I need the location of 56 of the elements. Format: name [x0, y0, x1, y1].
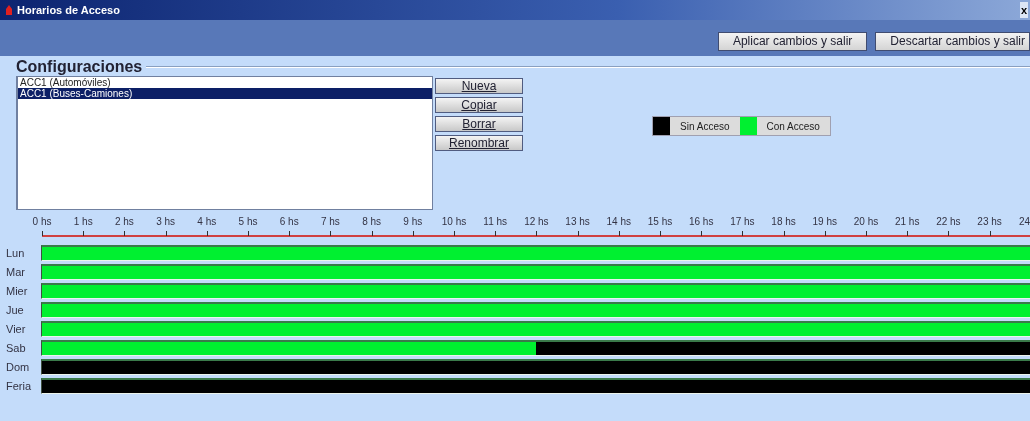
- config-button[interactable]: Renombrar: [435, 135, 523, 151]
- hour-label: 3 hs: [156, 216, 176, 227]
- hour-label: 10 hs: [441, 216, 467, 227]
- hour-label: 15 hs: [647, 216, 673, 227]
- access-segment[interactable]: [494, 342, 537, 355]
- no-access-segment[interactable]: [42, 380, 84, 393]
- hour-label: 17 hs: [730, 216, 755, 227]
- hour-label: 16 hs: [688, 216, 714, 227]
- hour-label: 22 hs: [936, 216, 961, 227]
- no-access-segment[interactable]: [42, 361, 84, 374]
- hour-label: 11 hs: [483, 216, 508, 227]
- action-button[interactable]: Descartar cambios y salir: [875, 31, 1030, 51]
- schedule-bar[interactable]: [41, 378, 1030, 394]
- hour-label: 8 hs: [362, 216, 382, 227]
- hour-label: 0 hs: [32, 216, 52, 227]
- hour-label: 6 hs: [279, 216, 299, 227]
- list-item[interactable]: ACC1 (Automóviles): [18, 77, 432, 88]
- config-button[interactable]: Nueva: [435, 78, 523, 94]
- config-button[interactable]: Borrar: [435, 116, 523, 132]
- day-label: Mier: [5, 285, 29, 297]
- no-access-segment[interactable]: [988, 361, 1030, 374]
- day-label: Vier: [5, 323, 27, 335]
- no-access-segment[interactable]: [988, 342, 1030, 355]
- hour-label: 19 hs: [812, 216, 838, 227]
- day-label: Sab: [5, 342, 27, 354]
- day-label: Jue: [5, 304, 25, 316]
- hour-label: 20 hs: [853, 216, 879, 227]
- hour-label: 24: [1018, 216, 1030, 227]
- hour-label: 21 hs: [894, 216, 920, 227]
- hour-label: 12 hs: [524, 216, 549, 227]
- group-title: Configuraciones: [16, 58, 143, 76]
- window-title: Horarios de Acceso: [17, 4, 121, 16]
- app-icon: [6, 5, 12, 15]
- list-item[interactable]: ACC1 (Buses-Camiones): [18, 88, 432, 99]
- day-label: Feria: [5, 380, 33, 392]
- schedule-bar[interactable]: [41, 359, 1030, 375]
- hour-label: 9 hs: [403, 216, 423, 227]
- hour-label: 14 hs: [606, 216, 632, 227]
- day-label: Lun: [5, 247, 26, 259]
- hour-label: 5 hs: [238, 216, 258, 227]
- hour-label: 13 hs: [565, 216, 590, 227]
- schedule-bar[interactable]: [41, 340, 1030, 356]
- day-label: Dom: [5, 361, 31, 373]
- hour-label: 1 hs: [73, 216, 93, 227]
- hour-label: 2 hs: [114, 216, 134, 227]
- action-button[interactable]: Aplicar cambios y salir: [717, 31, 868, 51]
- config-button[interactable]: Copiar: [435, 97, 523, 113]
- close-button[interactable]: x: [1019, 2, 1028, 18]
- legend-label: Con Acceso: [765, 120, 821, 132]
- hour-label: 4 hs: [197, 216, 217, 227]
- no-access-segment[interactable]: [988, 380, 1030, 393]
- hour-label: 7 hs: [320, 216, 340, 227]
- day-label: Mar: [5, 266, 26, 278]
- legend-label: Sin Acceso: [679, 120, 731, 132]
- hour-label: 18 hs: [771, 216, 796, 227]
- hour-label: 23 hs: [977, 216, 1002, 227]
